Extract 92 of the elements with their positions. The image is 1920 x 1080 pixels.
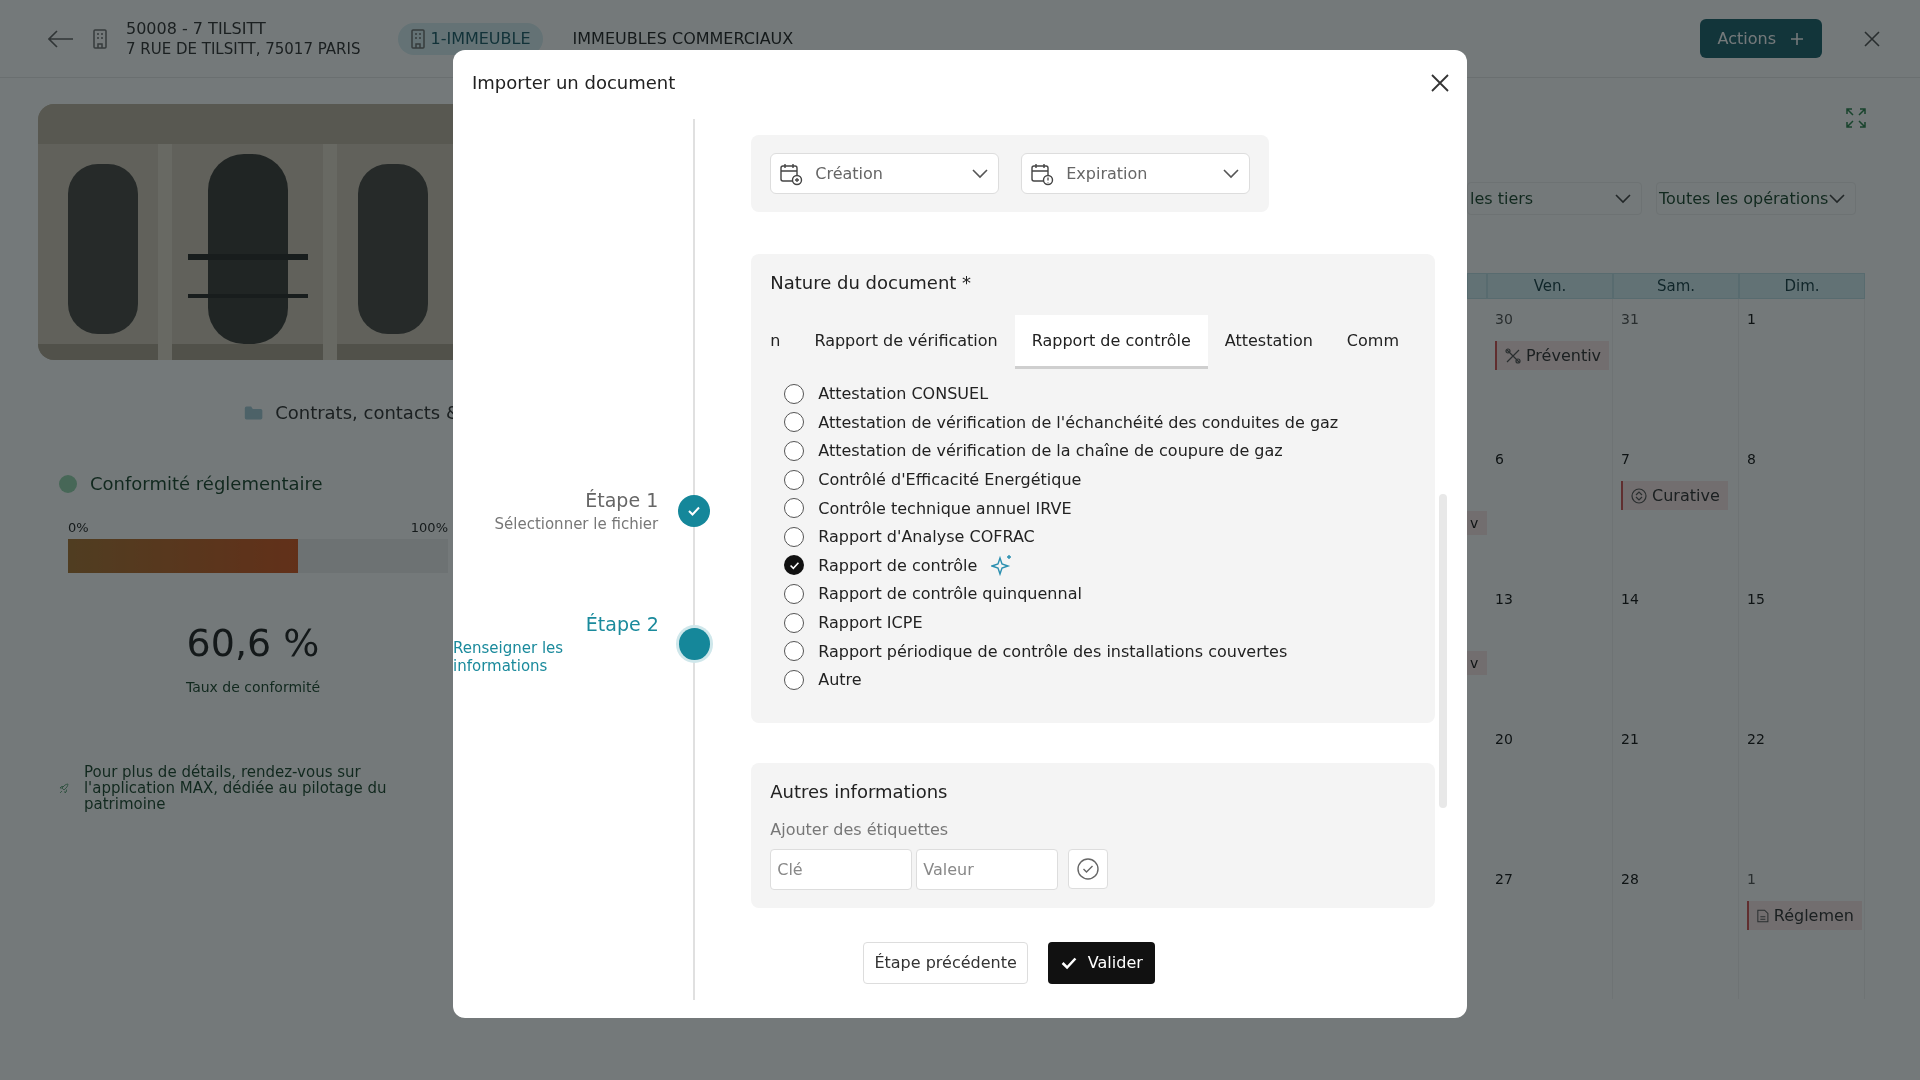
shield-icon — [58, 473, 78, 494]
plus-icon — [1790, 31, 1804, 46]
radio-button[interactable] — [784, 583, 805, 604]
day-number: 8 — [1747, 451, 1756, 467]
event-chip[interactable]: v — [1467, 651, 1487, 675]
confirm-button[interactable] — [1068, 849, 1109, 890]
option-label[interactable]: Contrôlé d'Efficacité Energétique — [818, 470, 1082, 490]
category-tab[interactable]: Rapport de contrôle — [1014, 315, 1208, 369]
day-number: 13 — [1495, 591, 1513, 607]
previous-step-button[interactable]: Étape précédente — [863, 941, 1028, 984]
category-tab[interactable]: n — [770, 315, 798, 369]
building-title: 50008 - 7 TILSITT — [126, 19, 267, 38]
check-circle-icon — [1077, 858, 1100, 881]
day-number: 27 — [1495, 871, 1513, 887]
scale-label: 0% — [68, 520, 89, 535]
document-icon — [1757, 907, 1769, 924]
category-tab[interactable]: Rapport de vérification — [797, 315, 1015, 369]
day-number: 21 — [1621, 731, 1639, 747]
building-address: 7 RUE DE TILSITT, 75017 PARIS — [126, 40, 361, 58]
option-label[interactable]: Attestation CONSUEL — [818, 384, 989, 404]
option-label[interactable]: Autre — [818, 670, 862, 690]
building-tab[interactable]: IMMEUBLES COMMERCIAUX — [560, 23, 806, 54]
chevron-down-icon — [972, 168, 989, 179]
compliance-value: 60,6 % — [186, 621, 320, 665]
option-label[interactable]: Attestation de vérification de la chaîne de coupure de gaz — [818, 441, 1283, 461]
radio-button[interactable] — [784, 412, 805, 433]
day-number: 22 — [1747, 731, 1765, 747]
step-subtitle: Sélectionner le fichier — [494, 515, 659, 533]
section-title: Autres informations — [770, 780, 949, 802]
filter-dropdown[interactable]: Toutes les opérations — [1656, 182, 1856, 215]
step-subtitle: Renseigner les informations — [453, 639, 565, 675]
section-title: Nature du document * — [770, 272, 973, 293]
radio-button[interactable] — [784, 612, 805, 633]
radio-button[interactable] — [784, 383, 805, 404]
radio-button[interactable] — [784, 555, 805, 576]
back-arrow-icon[interactable] — [48, 29, 74, 48]
radio-button[interactable] — [784, 526, 805, 547]
field-label: Ajouter des étiquettes — [770, 819, 950, 839]
day-number: 6 — [1495, 451, 1504, 467]
category-tab[interactable]: Attestation — [1207, 315, 1330, 369]
calendar-header-cell: Dim. — [1739, 273, 1865, 299]
day-number: 1 — [1747, 311, 1756, 327]
chevron-down-icon — [1829, 193, 1845, 204]
radio-button[interactable] — [784, 498, 805, 519]
step-title: Étape 2 — [585, 613, 659, 635]
chevron-down-icon — [1615, 193, 1631, 204]
chevron-down-icon — [1223, 168, 1240, 179]
day-number: 1 — [1747, 871, 1756, 887]
option-label[interactable]: Attestation de vérification de l'échanchéité des conduites de gaz — [818, 412, 1339, 432]
day-number: 15 — [1747, 591, 1765, 607]
dialog-title: Importer un document — [472, 72, 676, 93]
option-label[interactable]: Rapport ICPE — [818, 613, 923, 633]
close-button[interactable] — [1431, 73, 1449, 92]
option-label[interactable]: Rapport périodique de contrôle des installations couvertes — [818, 641, 1288, 661]
info-note: Pour plus de détails, rendez-vous sur l'application MAX, dédiée au pilotage du patrimoine — [83, 765, 388, 813]
day-number: 28 — [1621, 871, 1639, 887]
value-field[interactable]: Valeur — [916, 848, 1059, 890]
date-dropdown[interactable]: Création — [770, 153, 1000, 194]
radio-button[interactable] — [784, 469, 805, 490]
radio-button[interactable] — [784, 641, 805, 662]
day-number: 20 — [1495, 731, 1513, 747]
expand-icon[interactable] — [1846, 108, 1866, 128]
close-icon[interactable] — [1864, 30, 1880, 47]
step-title: Étape 1 — [585, 489, 659, 511]
calendar-header-cell — [1467, 273, 1487, 299]
day-number: 14 — [1621, 591, 1639, 607]
day-number: 30 — [1495, 311, 1513, 327]
building-icon — [410, 28, 427, 49]
event-chip[interactable]: v — [1467, 511, 1487, 535]
calendar-alert-icon — [1030, 161, 1055, 186]
section-title: Conformité réglementaire — [90, 473, 323, 494]
date-dropdown[interactable]: Expiration — [1021, 153, 1251, 194]
key-field[interactable]: Clé — [770, 848, 913, 890]
calendar-header-cell: Sam. — [1613, 273, 1739, 299]
category-tab[interactable]: Comm — [1329, 315, 1416, 369]
calendar-header-cell: Ven. — [1487, 273, 1613, 299]
option-label[interactable]: Rapport de contrôle quinquennal — [818, 584, 1082, 604]
radio-button[interactable] — [784, 441, 805, 461]
option-label[interactable]: Contrôle technique annuel IRVE — [818, 498, 1072, 518]
compliance-caption: Taux de conformité — [185, 679, 321, 695]
circle-arrows-icon — [1631, 487, 1647, 504]
day-number: 7 — [1621, 451, 1630, 467]
submit-button[interactable]: Valider — [1047, 941, 1155, 984]
calendar-add-icon — [779, 161, 804, 186]
option-label[interactable]: Rapport d'Analyse COFRAC — [818, 527, 1035, 547]
radio-button[interactable] — [784, 669, 805, 690]
option-label[interactable]: Rapport de contrôle — [818, 555, 978, 575]
filter-dropdown[interactable]: les tiers — [1467, 182, 1642, 215]
tools-icon — [1505, 347, 1521, 364]
scale-label: 100% — [410, 520, 448, 535]
building-icon — [92, 28, 108, 49]
day-number: 31 — [1621, 311, 1639, 327]
